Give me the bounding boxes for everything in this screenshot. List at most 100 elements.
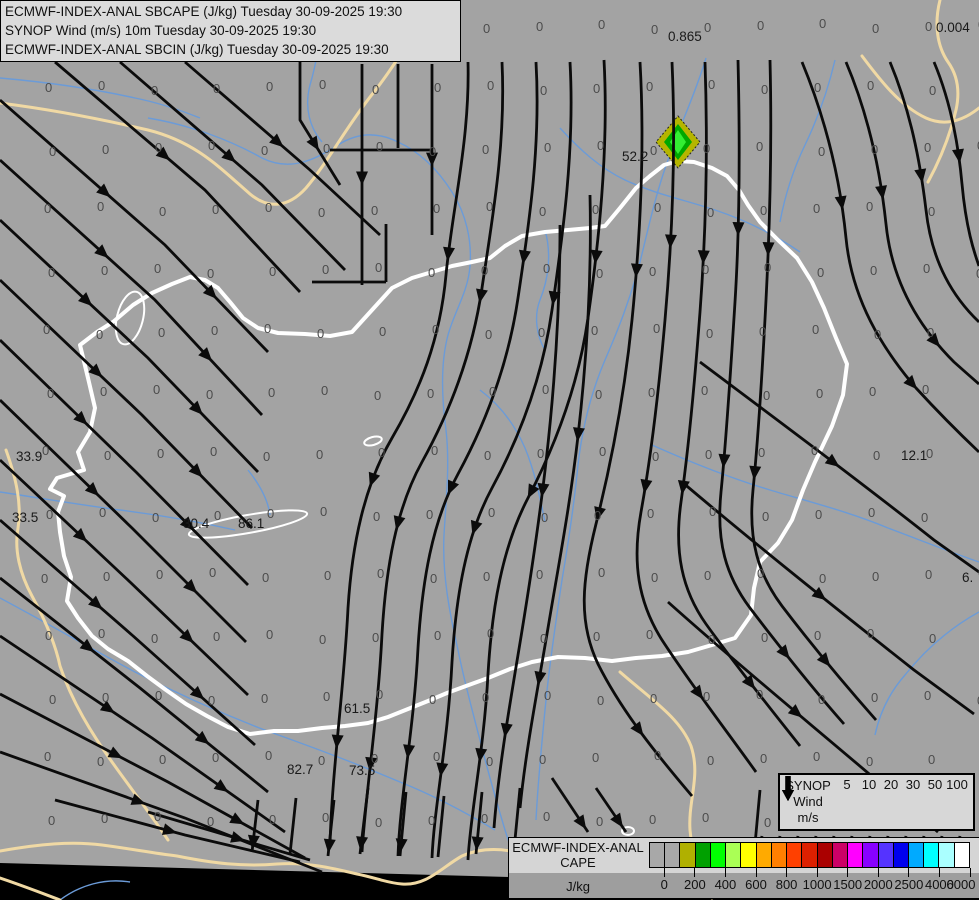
zero-value-label: 0: [707, 205, 714, 220]
zero-value-label: 0: [871, 690, 878, 705]
zero-value-label: 0: [872, 569, 879, 584]
zero-value-label: 0: [152, 510, 159, 525]
cape-color-swatch: [771, 842, 788, 868]
zero-value-label: 0: [379, 324, 386, 339]
zero-value-label: 0: [101, 811, 108, 826]
cape-colorbar-legend: ECMWF-INDEX-ANAL CAPE J/kg 0 200 400 600 800…: [508, 837, 979, 899]
synop-wind-legend: SYNOP Wind m/s 5 10 20 30 50 100: [778, 773, 975, 831]
zero-value-label: 0: [646, 627, 653, 642]
station-value-label: 73.5: [349, 763, 375, 778]
zero-value-label: 0: [928, 752, 935, 767]
zero-value-label: 0: [208, 693, 215, 708]
cape-tick-mark: [847, 868, 849, 877]
zero-value-label: 0: [323, 689, 330, 704]
zero-value-label: 0: [595, 387, 602, 402]
cape-tick-mark: [938, 868, 940, 877]
zero-value-label: 0: [873, 448, 880, 463]
zero-value-label: 0: [593, 81, 600, 96]
zero-value-label: 0: [371, 203, 378, 218]
zero-value-label: 0: [758, 445, 765, 460]
station-value-label: 61.5: [344, 701, 370, 716]
zero-value-label: 0: [213, 629, 220, 644]
synop-arrow-column: 50: [782, 776, 946, 801]
cape-color-swatch: [741, 842, 757, 868]
zero-value-label: 0: [376, 687, 383, 702]
zero-value-label: 0: [596, 266, 603, 281]
zero-value-label: 0: [818, 144, 825, 159]
zero-value-label: 0: [97, 199, 104, 214]
zero-value-label: 0: [44, 749, 51, 764]
zero-value-label: 0: [651, 22, 658, 37]
zero-value-label: 0: [47, 386, 54, 401]
zero-value-label: 0: [207, 814, 214, 829]
zero-value-label: 0: [872, 21, 879, 36]
zero-value-label: 0: [924, 140, 931, 155]
zero-value-label: 0: [97, 754, 104, 769]
zero-value-label: 0: [318, 753, 325, 768]
zero-value-label: 0: [648, 385, 655, 400]
zero-value-label: 0: [98, 78, 105, 93]
zero-value-label: 0: [703, 689, 710, 704]
zero-value-label: 0: [489, 384, 496, 399]
zero-value-label: 0: [483, 21, 490, 36]
zero-value-label: 0: [543, 809, 550, 824]
zero-value-label: 0: [538, 325, 545, 340]
wind-speed-value: 20: [883, 777, 899, 792]
zero-value-label: 0: [539, 204, 546, 219]
zero-value-label: 0: [814, 80, 821, 95]
zero-value-label: 0: [812, 322, 819, 337]
cape-color-swatch: [954, 842, 970, 868]
cape-color-swatch: [924, 842, 940, 868]
zero-value-label: 0: [100, 384, 107, 399]
zero-value-label: 0: [542, 382, 549, 397]
zero-value-label: 0: [649, 264, 656, 279]
zero-value-label: 0: [541, 510, 548, 525]
cape-color-swatch: [863, 842, 879, 868]
zero-value-label: 0: [377, 566, 384, 581]
cape-color-swatch: [649, 842, 666, 868]
zero-value-label: 0: [819, 16, 826, 31]
zero-value-label: 0: [376, 139, 383, 154]
zero-value-label: 0: [704, 20, 711, 35]
station-value-label: 33.5: [12, 510, 38, 525]
zero-value-label: 0: [42, 443, 49, 458]
zero-value-label: 0: [319, 632, 326, 647]
zero-value-label: 0: [874, 327, 881, 342]
zero-value-label: 0: [869, 384, 876, 399]
zero-value-label: 0: [597, 138, 604, 153]
zero-value-label: 0: [428, 813, 435, 828]
zero-value-label: 0: [813, 749, 820, 764]
zero-value-label: 0: [269, 264, 276, 279]
zero-value-label: 0: [103, 569, 110, 584]
zero-value-label: 0: [41, 571, 48, 586]
station-value-label: 52.2: [622, 149, 648, 164]
zero-value-label: 0: [701, 383, 708, 398]
zero-value-label: 0: [429, 144, 436, 159]
zero-value-label: 0: [813, 201, 820, 216]
zero-value-label: 0: [159, 204, 166, 219]
zero-value-label: 0: [434, 80, 441, 95]
zero-value-label: 0: [598, 565, 605, 580]
zero-value-label: 0: [485, 327, 492, 342]
zero-value-label: 0: [212, 202, 219, 217]
zero-value-label: 0: [434, 628, 441, 643]
title-line-sbcin: ECMWF-INDEX-ANAL SBCIN (J/kg) Tuesday 30…: [5, 42, 389, 57]
zero-value-label: 0: [647, 506, 654, 521]
wind-speed-arrow-icon: [782, 776, 794, 801]
cape-color-swatch: [939, 842, 955, 868]
zero-value-label: 0: [317, 326, 324, 341]
cape-tick-label: 2500: [894, 877, 924, 892]
zero-value-label: 0: [98, 626, 105, 641]
zero-value-label: 0: [372, 82, 379, 97]
zero-value-label: 0: [266, 627, 273, 642]
cape-legend-title: ECMWF-INDEX-ANAL CAPE J/kg: [512, 840, 644, 894]
synop-arrow-column: 30: [782, 776, 924, 801]
zero-value-label: 0: [650, 143, 657, 158]
zero-value-label: 0: [653, 321, 660, 336]
zero-value-label: 0: [46, 507, 53, 522]
zero-value-label: 0: [45, 628, 52, 643]
zero-value-label: 0: [45, 80, 52, 95]
station-value-label: 6.: [962, 570, 973, 585]
zero-value-label: 0: [702, 810, 709, 825]
cape-tick-mark: [877, 868, 879, 877]
